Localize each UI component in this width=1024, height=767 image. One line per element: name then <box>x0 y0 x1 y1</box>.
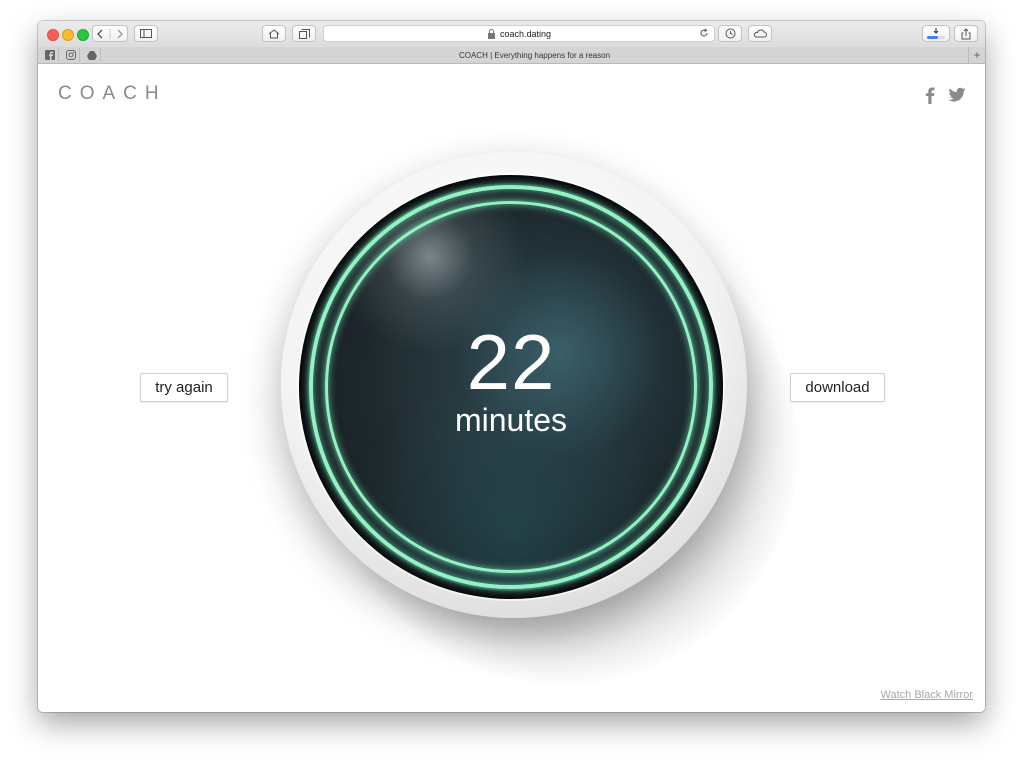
browser-window: coach.dating COACH | Everything happens … <box>38 21 985 712</box>
active-tab[interactable]: COACH | Everything happens for a reason <box>100 47 969 63</box>
url-text: coach.dating <box>499 28 552 39</box>
favorites-tab-bar: COACH | Everything happens for a reason … <box>38 47 985 64</box>
address-bar[interactable]: coach.dating <box>323 25 715 42</box>
watch-black-mirror-link[interactable]: Watch Black Mirror <box>881 689 974 701</box>
try-again-button[interactable]: try again <box>140 373 228 402</box>
home-icon <box>268 28 280 38</box>
download-button[interactable]: download <box>790 373 885 402</box>
duration-value: 22 <box>466 318 556 406</box>
facebook-square-icon <box>45 50 55 60</box>
share-button[interactable] <box>954 25 978 42</box>
zoom-window-button[interactable] <box>77 29 89 41</box>
instagram-icon <box>66 50 76 60</box>
download-progress-icon <box>927 27 945 39</box>
duration-unit: minutes <box>454 402 568 438</box>
cloud-button[interactable] <box>748 25 772 42</box>
tabs-overview-button[interactable] <box>292 25 316 42</box>
sidebar-button[interactable] <box>134 25 158 42</box>
favorite-instagram[interactable] <box>63 48 80 62</box>
sidebar-icon <box>140 29 152 38</box>
share-icon <box>961 27 971 39</box>
drive-icon <box>87 50 97 60</box>
clock-icon <box>725 28 735 39</box>
reload-icon[interactable] <box>699 28 709 38</box>
back-forward-buttons[interactable] <box>92 25 128 42</box>
twitter-icon[interactable] <box>948 86 966 104</box>
site-logo[interactable]: COACH <box>58 83 167 105</box>
new-tab-button[interactable]: + <box>968 47 985 63</box>
reader-button[interactable] <box>718 25 742 42</box>
close-window-button[interactable] <box>47 29 59 41</box>
relationship-duration-readout: 22 minutes <box>351 322 671 438</box>
cloud-icon <box>753 29 767 38</box>
tab-title-text: COACH | Everything happens for a reason <box>458 50 611 60</box>
lock-icon <box>487 28 495 39</box>
favorite-drive[interactable] <box>84 48 101 62</box>
facebook-icon[interactable] <box>922 86 938 104</box>
tabs-overview-icon <box>298 28 310 39</box>
downloads-button[interactable] <box>922 25 950 42</box>
home-button[interactable] <box>262 25 286 42</box>
coach-page: COACH 22 minutes try again download Watc… <box>38 64 985 712</box>
minimize-window-button[interactable] <box>62 29 74 41</box>
browser-toolbar: coach.dating <box>38 21 985 48</box>
back-forward-icon <box>97 28 123 39</box>
favorite-facebook[interactable] <box>42 48 59 62</box>
